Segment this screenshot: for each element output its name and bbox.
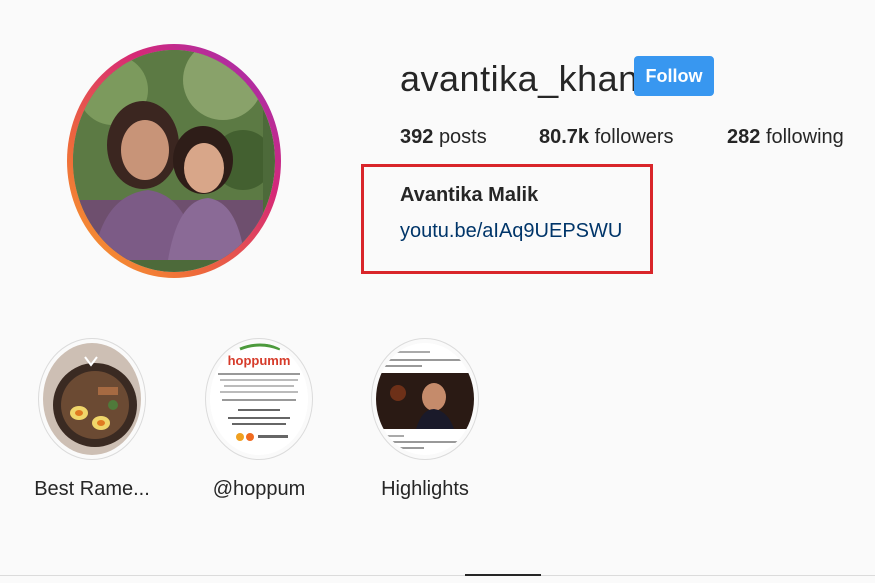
highlight-ring: hoppumm [205,338,313,460]
profile-full-name: Avantika Malik [400,184,539,206]
followers-stat[interactable]: 80.7k followers [539,126,674,149]
tabs-divider [0,575,875,576]
profile-username: avantika_khan [400,58,639,99]
hoppumm-brand-text: hoppumm [228,353,291,368]
bio-highlight-box [361,164,653,274]
followers-count: 80.7k [539,126,590,148]
following-stat[interactable]: 282 following [727,126,844,149]
follow-button[interactable]: Follow [634,56,714,96]
highlight-label: @hoppum [212,478,306,500]
profile-avatar[interactable] [67,44,281,278]
highlight-ring [38,338,146,460]
avatar-photo-illustration [73,50,273,260]
avatar-photo [73,50,275,272]
screenshot-card-image [376,343,474,455]
bio-link[interactable]: youtu.be/aIAq9UEPSWU [400,220,622,243]
following-count: 282 [727,126,761,148]
posts-label: posts [438,126,487,148]
highlight-highlights[interactable]: Highlights [350,338,500,501]
ramen-bowl-image [43,343,141,455]
highlight-label: Best Rame... [34,478,150,500]
followers-label: followers [594,126,674,148]
highlight-label: Highlights [381,478,469,500]
following-label: following [765,126,844,148]
highlight-hoppum[interactable]: hoppumm @hoppum [184,338,334,501]
posts-count: 392 [400,126,434,148]
posts-stat: 392 posts [400,126,487,149]
active-tab-indicator [465,574,541,576]
highlight-ring [371,338,479,460]
hoppumm-card-image: hoppumm [210,343,308,455]
highlight-best-ramen[interactable]: Best Rame... [17,338,167,501]
